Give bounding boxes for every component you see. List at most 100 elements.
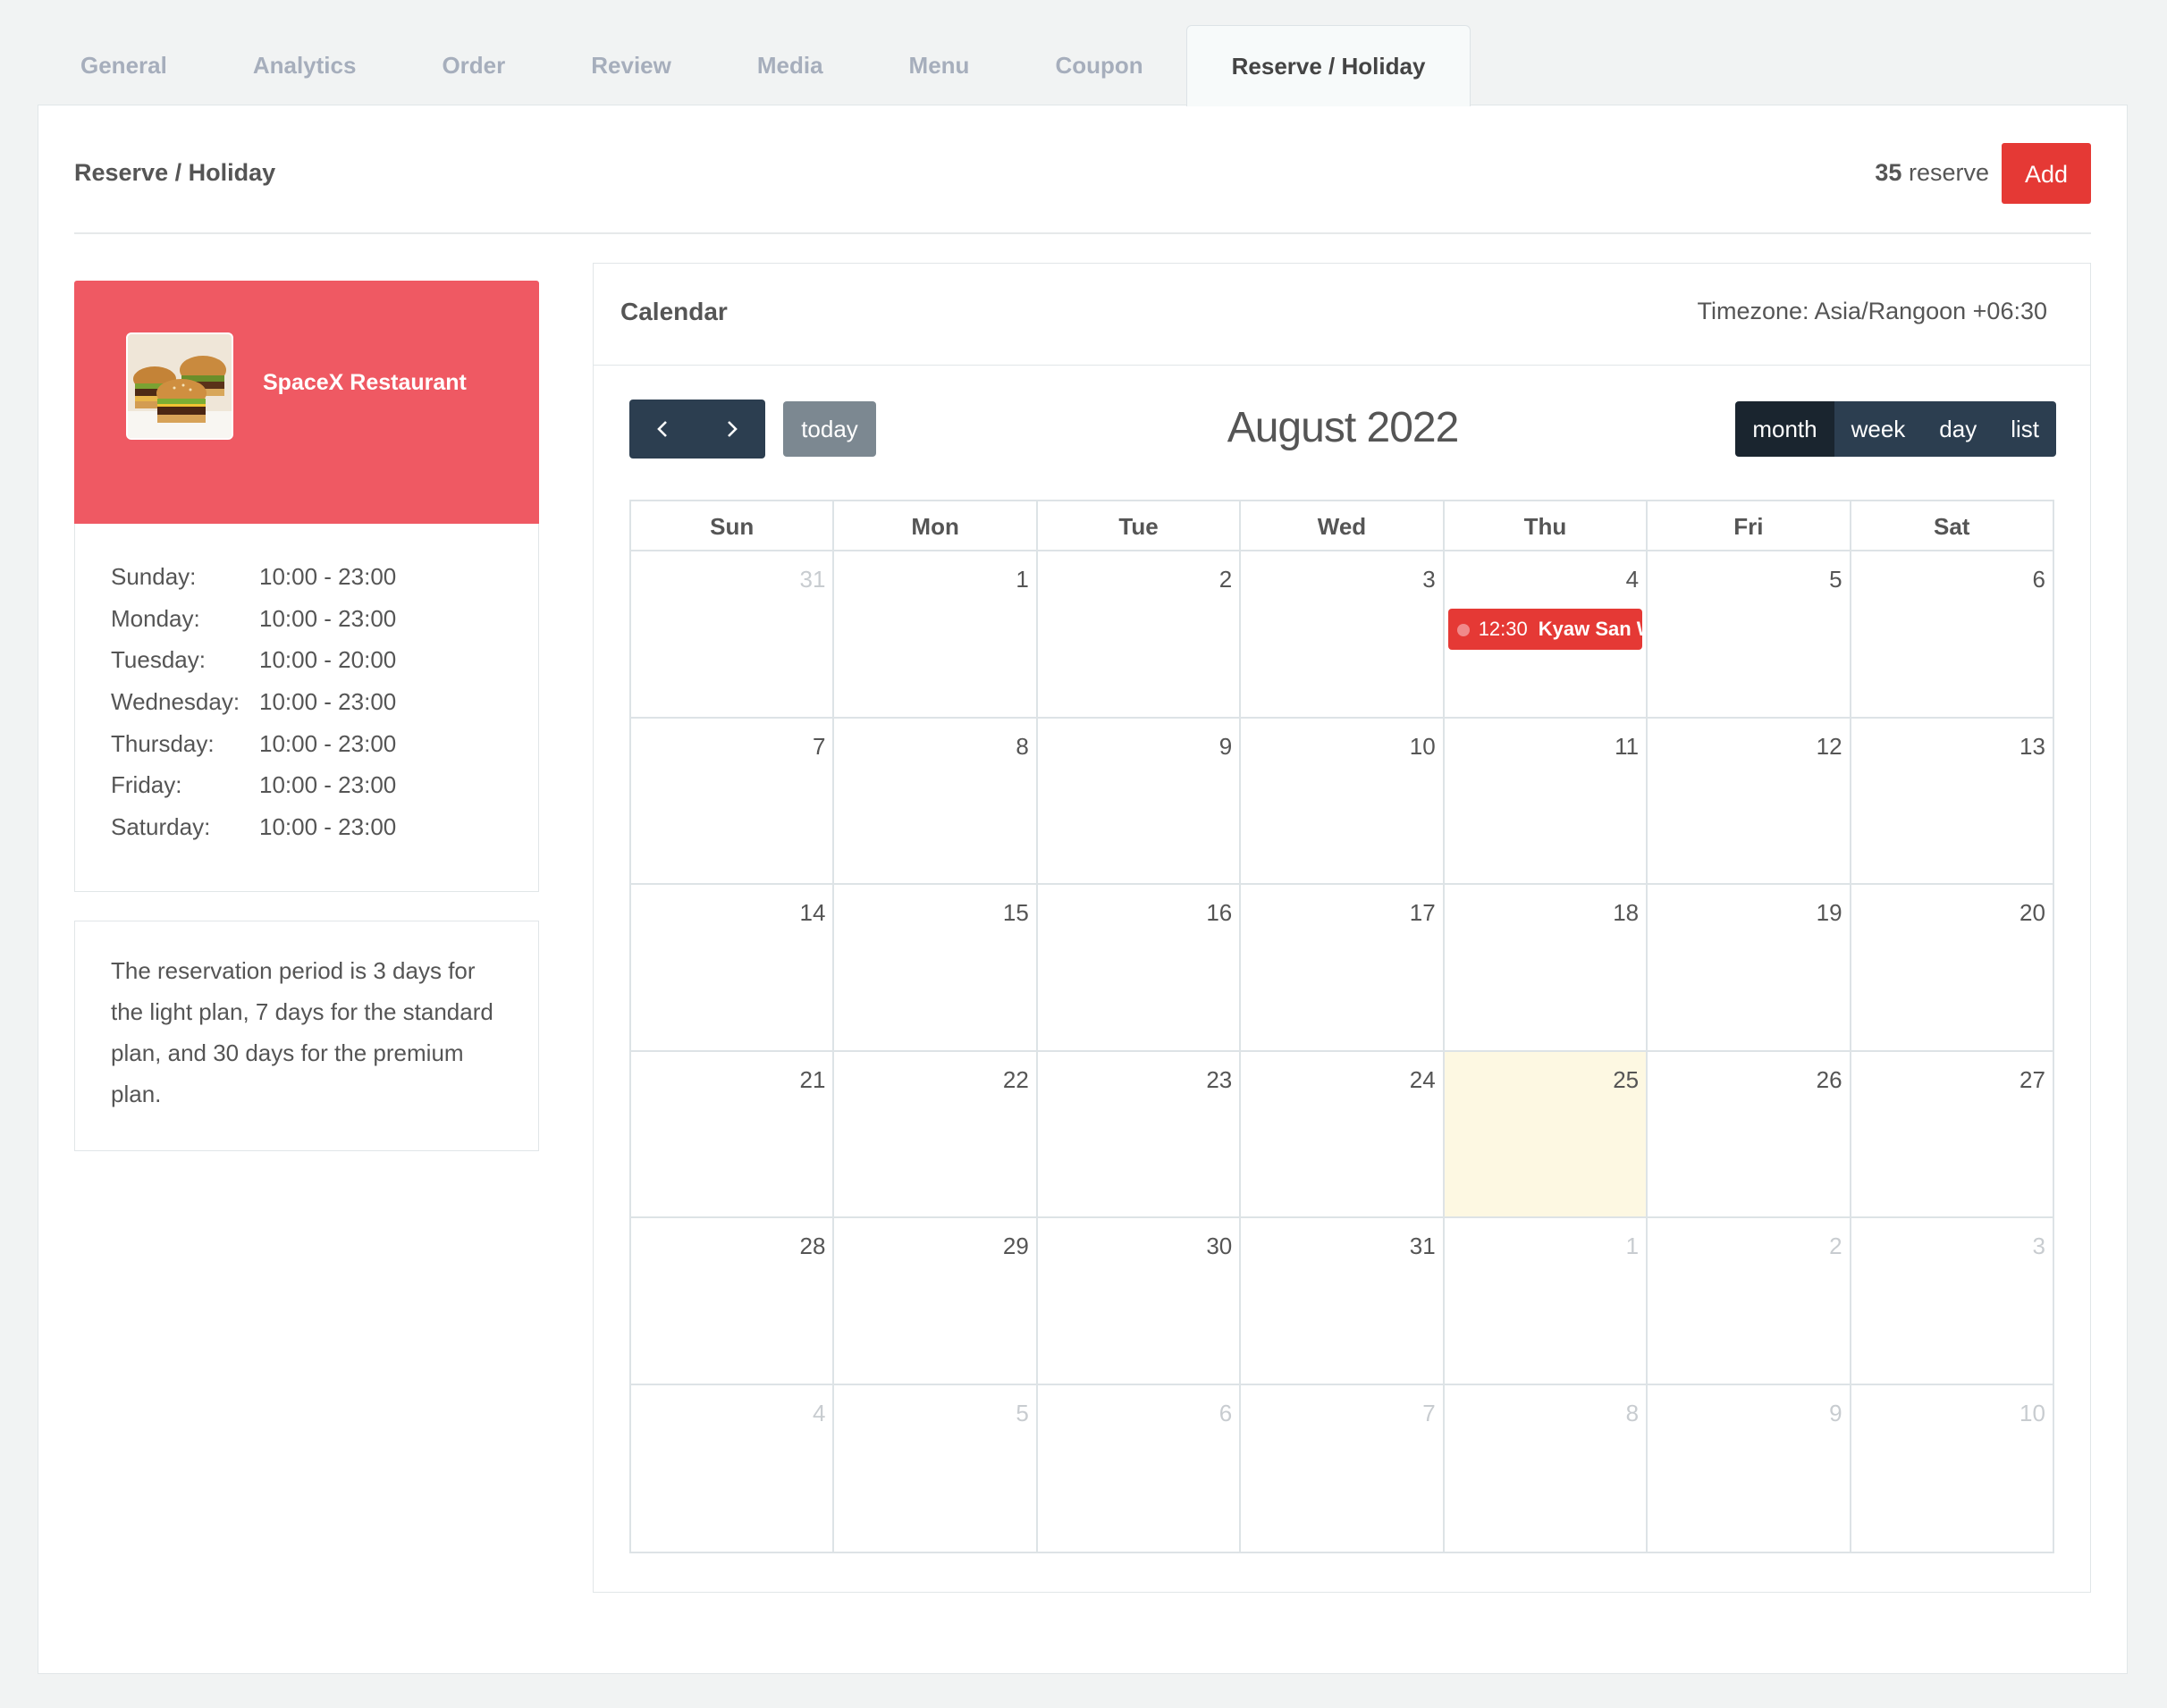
hours-day: Sunday:: [111, 563, 197, 590]
add-button[interactable]: Add: [2002, 143, 2091, 204]
tab-review[interactable]: Review: [548, 25, 714, 105]
hours-day: Tuesday:: [111, 646, 206, 674]
hours-row: Tuesday: 10:00 - 20:00: [111, 646, 538, 688]
day-cell[interactable]: 2: [1038, 551, 1242, 717]
day-cell[interactable]: 1: [834, 551, 1038, 717]
day-number: 12: [1816, 732, 1842, 760]
day-cell[interactable]: 4: [631, 1384, 835, 1552]
view-day-button[interactable]: day: [1922, 401, 1994, 457]
tab-reserve-holiday[interactable]: Reserve / Holiday: [1185, 25, 1471, 106]
day-cell[interactable]: 15: [834, 885, 1038, 1050]
day-cell[interactable]: 9: [1648, 1384, 1851, 1552]
day-cell[interactable]: 6: [1038, 1384, 1242, 1552]
day-cell[interactable]: 8: [1445, 1384, 1648, 1552]
day-cell[interactable]: 28: [631, 1218, 835, 1384]
day-number: 15: [1002, 899, 1029, 926]
day-cell[interactable]: 1: [1445, 1218, 1648, 1384]
tab-analytics[interactable]: Analytics: [210, 25, 400, 105]
hours-time: 10:00 - 23:00: [259, 604, 397, 632]
hours-row: Saturday: 10:00 - 23:00: [111, 813, 538, 855]
day-cell[interactable]: 10: [1851, 1385, 2053, 1552]
day-number: 2: [1829, 1233, 1842, 1259]
day-cell[interactable]: 3: [1851, 1218, 2053, 1384]
day-cell[interactable]: 11: [1445, 718, 1648, 883]
day-number: 7: [1422, 1399, 1436, 1426]
next-month-button[interactable]: [697, 400, 765, 459]
hours-time: 10:00 - 23:00: [259, 729, 397, 757]
view-month-button[interactable]: month: [1735, 401, 1834, 457]
reservation-note: The reservation period is 3 days for the…: [74, 921, 539, 1151]
hours-time: 10:00 - 20:00: [259, 646, 397, 674]
restaurant-card: SpaceX Restaurant Sunday: 10:00 - 23:00 Mo…: [74, 281, 539, 892]
page-title: Reserve / Holiday: [74, 159, 276, 186]
day-cell[interactable]: 4 12:30 Kyaw San Win: [1445, 551, 1648, 717]
day-number: 5: [1016, 1399, 1029, 1426]
day-cell[interactable]: 31: [631, 551, 835, 717]
tab-order[interactable]: Order: [399, 25, 548, 105]
day-cell[interactable]: 5: [834, 1384, 1038, 1552]
hours-row: Friday: 10:00 - 23:00: [111, 771, 538, 813]
day-number: 23: [1206, 1065, 1233, 1093]
hours-day: Friday:: [111, 771, 182, 799]
day-cell[interactable]: 25: [1444, 1051, 1648, 1216]
day-number: 17: [1409, 899, 1436, 926]
day-cell[interactable]: 18: [1445, 885, 1648, 1050]
day-cell[interactable]: 30: [1038, 1218, 1242, 1384]
day-cell[interactable]: 13: [1851, 719, 2053, 884]
day-number: 1: [1016, 566, 1029, 593]
day-cell[interactable]: 27: [1851, 1052, 2053, 1217]
day-cell[interactable]: 16: [1038, 885, 1242, 1050]
week-row: 7 8 9 10 11 12 13: [631, 718, 2053, 885]
day-cell[interactable]: 2: [1648, 1218, 1851, 1384]
week-row: 28 29 30 31 1 2 3: [631, 1218, 2053, 1385]
day-number: 22: [1002, 1065, 1029, 1093]
hours-day: Thursday:: [111, 729, 215, 757]
day-number: 4: [1625, 566, 1640, 593]
hours-time: 10:00 - 23:00: [259, 771, 397, 799]
day-cell[interactable]: 20: [1851, 885, 2053, 1050]
day-cell[interactable]: 31: [1241, 1218, 1445, 1384]
weekday-header-sun: Sun: [631, 501, 835, 550]
view-week-button[interactable]: week: [1834, 401, 1923, 457]
day-number: 28: [799, 1233, 826, 1259]
day-cell[interactable]: 10: [1241, 718, 1445, 883]
day-cell[interactable]: 26: [1648, 1051, 1851, 1216]
day-cell[interactable]: 23: [1038, 1051, 1242, 1216]
day-cell[interactable]: 14: [631, 885, 835, 1050]
calendar-toolbar: August 2022 today month week day list: [629, 400, 2056, 460]
day-cell[interactable]: 24: [1241, 1051, 1445, 1216]
day-cell[interactable]: 29: [834, 1218, 1038, 1384]
day-cell[interactable]: 9: [1038, 718, 1242, 883]
day-number: 25: [1613, 1065, 1640, 1093]
day-number: 26: [1816, 1065, 1842, 1093]
day-cell[interactable]: 5: [1648, 551, 1851, 717]
prev-next-group: [629, 400, 765, 459]
day-cell[interactable]: 21: [631, 1051, 835, 1216]
day-cell[interactable]: 17: [1241, 885, 1445, 1050]
prev-month-button[interactable]: [629, 400, 697, 459]
view-list-button[interactable]: list: [1994, 401, 2056, 457]
tab-menu[interactable]: Menu: [866, 25, 1013, 105]
week-row: 4 5 6 7 8 9 10: [631, 1384, 2053, 1552]
day-number: 8: [1016, 732, 1029, 760]
tab-media[interactable]: Media: [714, 25, 866, 105]
day-number: 13: [2019, 732, 2045, 760]
tab-coupon[interactable]: Coupon: [1012, 25, 1185, 105]
weeks-container: 31123412:30Kyaw San Win56789101112131415…: [631, 551, 2053, 1552]
day-cell[interactable]: 8: [834, 718, 1038, 883]
today-button[interactable]: today: [783, 401, 876, 457]
day-cell[interactable]: 22: [834, 1051, 1038, 1216]
day-number: 9: [1829, 1399, 1842, 1426]
hours-day: Saturday:: [111, 813, 211, 841]
day-number: 11: [1615, 732, 1640, 760]
calendar-event[interactable]: 12:30 Kyaw San Win: [1447, 609, 1643, 650]
day-cell[interactable]: 3: [1241, 551, 1445, 717]
day-cell[interactable]: 7: [631, 718, 835, 883]
hours-day: Monday:: [111, 604, 200, 632]
day-cell[interactable]: 6: [1851, 551, 2053, 717]
tab-general[interactable]: General: [38, 25, 210, 105]
day-cell[interactable]: 12: [1648, 718, 1851, 883]
day-number: 30: [1206, 1233, 1233, 1259]
day-cell[interactable]: 7: [1241, 1384, 1445, 1552]
day-cell[interactable]: 19: [1648, 885, 1851, 1050]
